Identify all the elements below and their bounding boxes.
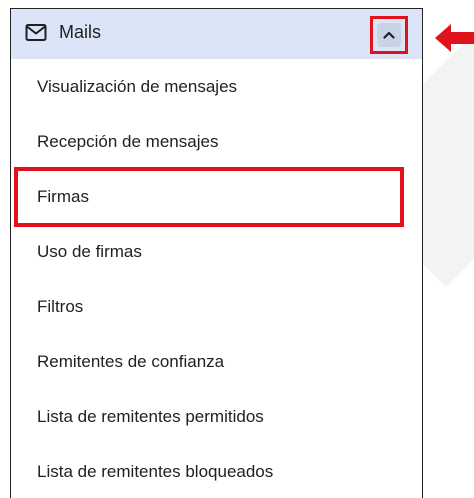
menu-item-visualizacion-de-mensajes[interactable]: Visualización de mensajes [37, 77, 237, 97]
collapse-toggle-button[interactable] [377, 23, 401, 47]
firmas-highlight-box [14, 167, 404, 227]
chevron-up-icon [383, 31, 395, 39]
collapse-toggle-highlight [370, 16, 408, 54]
menu-item-lista-de-remitentes-permitidos[interactable]: Lista de remitentes permitidos [37, 407, 264, 427]
mails-section-header[interactable]: Mails [11, 9, 422, 59]
arrow-left-icon [435, 24, 474, 52]
mail-icon [25, 24, 47, 41]
menu-item-lista-de-remitentes-bloqueados[interactable]: Lista de remitentes bloqueados [37, 462, 273, 482]
menu-item-filtros[interactable]: Filtros [37, 297, 83, 317]
menu-item-recepcion-de-mensajes[interactable]: Recepción de mensajes [37, 132, 218, 152]
menu-item-remitentes-de-confianza[interactable]: Remitentes de confianza [37, 352, 224, 372]
mails-section-title: Mails [59, 22, 102, 42]
menu-item-uso-de-firmas[interactable]: Uso de firmas [37, 242, 142, 262]
mails-settings-panel: Mails Visualización de mensajes Recepció… [10, 8, 423, 498]
